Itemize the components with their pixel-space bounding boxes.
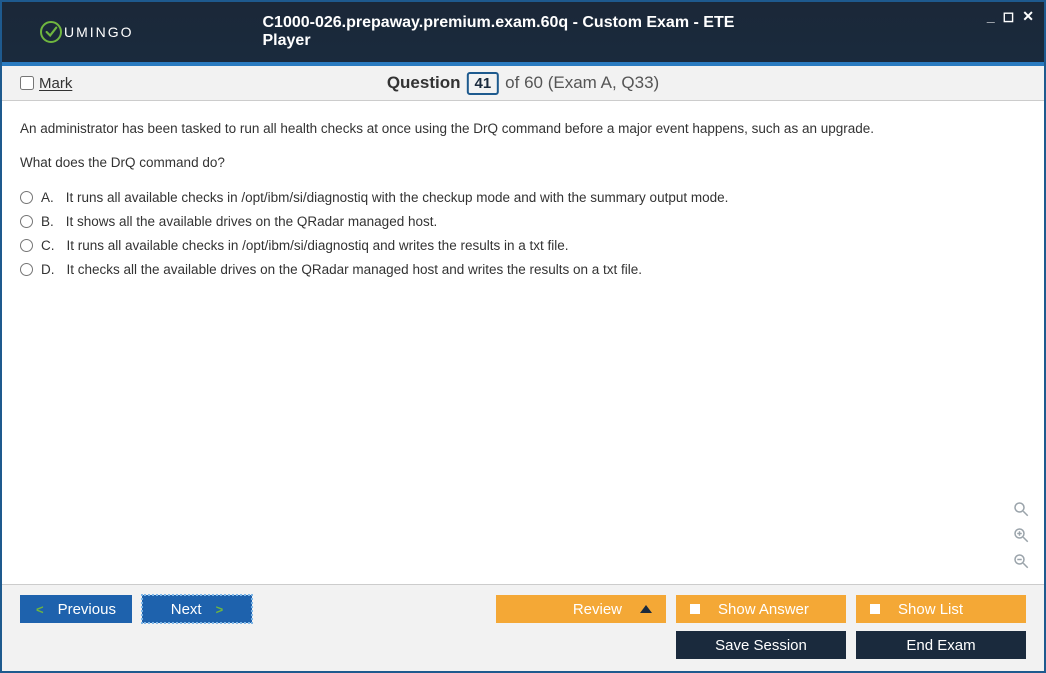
question-content: An administrator has been tasked to run … xyxy=(2,101,1044,584)
question-number-box: 41 xyxy=(466,72,499,95)
question-counter: Question 41 of 60 (Exam A, Q33) xyxy=(387,72,659,95)
question-prompt: What does the DrQ command do? xyxy=(20,153,1026,173)
option-b-text: It shows all the available drives on the… xyxy=(66,212,437,232)
chevron-right-icon: > xyxy=(216,602,224,617)
option-b-radio[interactable] xyxy=(20,215,33,228)
answer-options: A. It runs all available checks in /opt/… xyxy=(20,188,1026,281)
minimize-button[interactable]: _ xyxy=(987,8,995,25)
option-d-letter: D. xyxy=(41,260,55,280)
show-list-button[interactable]: Show List xyxy=(856,595,1026,623)
search-icon[interactable] xyxy=(1010,498,1032,520)
option-d-radio[interactable] xyxy=(20,263,33,276)
question-intro: An administrator has been tasked to run … xyxy=(20,119,1026,139)
option-c[interactable]: C. It runs all available checks in /opt/… xyxy=(20,236,1026,256)
option-b[interactable]: B. It shows all the available drives on … xyxy=(20,212,1026,232)
zoom-controls xyxy=(1010,498,1032,572)
zoom-in-icon[interactable] xyxy=(1010,524,1032,546)
show-answer-label: Show Answer xyxy=(718,601,809,618)
app-logo: UMINGO xyxy=(40,21,134,43)
option-c-radio[interactable] xyxy=(20,239,33,252)
mark-checkbox-wrap[interactable]: Mark xyxy=(20,75,72,92)
window-title: C1000-026.prepaway.premium.exam.60q - Cu… xyxy=(263,14,784,50)
option-a-text: It runs all available checks in /opt/ibm… xyxy=(66,188,729,208)
stop-icon xyxy=(690,604,700,614)
end-exam-button[interactable]: End Exam xyxy=(856,631,1026,659)
previous-button[interactable]: < Previous xyxy=(20,595,132,623)
option-a[interactable]: A. It runs all available checks in /opt/… xyxy=(20,188,1026,208)
question-text: An administrator has been tasked to run … xyxy=(20,119,1026,174)
logo-text: UMINGO xyxy=(64,24,134,40)
save-session-button[interactable]: Save Session xyxy=(676,631,846,659)
previous-label: Previous xyxy=(58,601,116,618)
window-controls: _ ◻ ✕ xyxy=(987,8,1034,25)
option-b-letter: B. xyxy=(41,212,54,232)
option-d[interactable]: D. It checks all the available drives on… xyxy=(20,260,1026,280)
show-answer-button[interactable]: Show Answer xyxy=(676,595,846,623)
chevron-left-icon: < xyxy=(36,602,44,617)
question-total: of 60 (Exam A, Q33) xyxy=(505,73,659,93)
logo-checkmark-icon xyxy=(40,21,62,43)
option-a-radio[interactable] xyxy=(20,191,33,204)
end-exam-label: End Exam xyxy=(906,637,975,654)
show-list-label: Show List xyxy=(898,601,963,618)
option-c-letter: C. xyxy=(41,236,55,256)
next-label: Next xyxy=(171,601,202,618)
option-a-letter: A. xyxy=(41,188,54,208)
save-session-label: Save Session xyxy=(715,637,807,654)
option-c-text: It runs all available checks in /opt/ibm… xyxy=(67,236,569,256)
footer: < Previous Next > Review Show Answer Sho… xyxy=(2,584,1044,671)
triangle-up-icon xyxy=(640,605,652,613)
next-button[interactable]: Next > xyxy=(142,595,252,623)
stop-icon xyxy=(870,604,880,614)
mark-label[interactable]: Mark xyxy=(39,75,72,92)
review-button[interactable]: Review xyxy=(496,595,666,623)
review-label: Review xyxy=(573,601,622,618)
zoom-out-icon[interactable] xyxy=(1010,550,1032,572)
question-header: Mark Question 41 of 60 (Exam A, Q33) xyxy=(2,66,1044,101)
close-button[interactable]: ✕ xyxy=(1022,8,1034,25)
question-word: Question xyxy=(387,73,461,93)
maximize-button[interactable]: ◻ xyxy=(1003,8,1015,25)
title-bar: UMINGO C1000-026.prepaway.premium.exam.6… xyxy=(2,2,1044,62)
mark-checkbox[interactable] xyxy=(20,76,34,90)
option-d-text: It checks all the available drives on th… xyxy=(67,260,643,280)
